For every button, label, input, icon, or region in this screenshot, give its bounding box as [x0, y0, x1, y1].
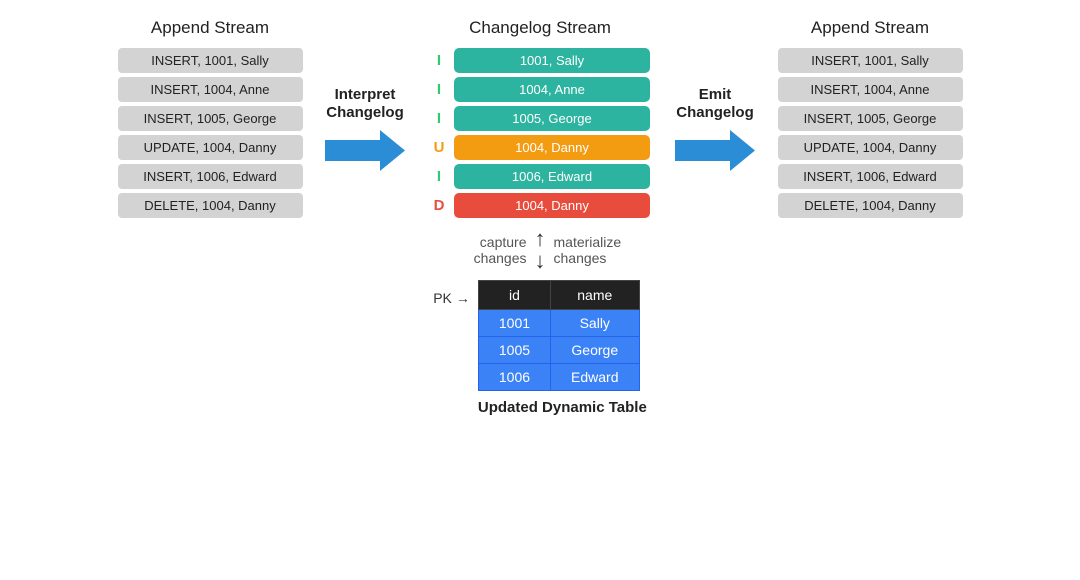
table-row: 1006Edward — [478, 364, 639, 391]
left-arrow-section: InterpretChangelog — [310, 64, 420, 173]
changelog-pill-insert: 1006, Edward — [454, 164, 650, 189]
changelog-row: I 1001, Sally — [430, 48, 650, 73]
capture-materialize-row: capturechanges ↑ ↓ materializechanges — [415, 228, 666, 272]
table-body: 1001Sally1005George1006Edward — [478, 310, 639, 391]
right-append-stream: Append Stream INSERT, 1001, SallyINSERT,… — [770, 18, 970, 218]
cell-id: 1001 — [478, 310, 550, 337]
right-stream-item: INSERT, 1006, Edward — [778, 164, 963, 189]
changelog-letter: U — [430, 139, 448, 156]
pk-arrow-icon: → — [456, 290, 470, 306]
cell-id: 1005 — [478, 337, 550, 364]
changelog-row: D 1004, Danny — [430, 193, 650, 218]
table-header-row: id name — [478, 281, 639, 310]
dynamic-table-wrapper: id name 1001Sally1005George1006Edward Up… — [478, 280, 647, 416]
right-stream-item: INSERT, 1001, Sally — [778, 48, 963, 73]
changelog-row: I 1005, George — [430, 106, 650, 131]
right-stream-item: UPDATE, 1004, Danny — [778, 135, 963, 160]
right-stream-items: INSERT, 1001, Sally INSERT, 1004, Anne INS… — [778, 48, 963, 218]
cell-name: George — [551, 337, 639, 364]
capture-label: capturechanges — [415, 234, 535, 266]
right-stream-item: DELETE, 1004, Danny — [778, 193, 963, 218]
col-id: id — [478, 281, 550, 310]
cell-id: 1006 — [478, 364, 550, 391]
left-stream-item: INSERT, 1004, Anne — [118, 77, 303, 102]
col-name: name — [551, 281, 639, 310]
left-stream-item: INSERT, 1001, Sally — [118, 48, 303, 73]
changelog-letter: I — [430, 52, 448, 69]
left-stream-title: Append Stream — [151, 18, 269, 38]
changelog-pill-insert: 1005, George — [454, 106, 650, 131]
interpret-changelog-label: InterpretChangelog — [326, 86, 404, 122]
changelog-row: U 1004, Danny — [430, 135, 650, 160]
table-caption: Updated Dynamic Table — [478, 399, 647, 416]
vertical-arrows-icon: ↑ ↓ — [535, 228, 546, 272]
right-stream-item: INSERT, 1005, George — [778, 106, 963, 131]
diagram-container: Append Stream INSERT, 1001, SallyINSERT,… — [0, 0, 1080, 580]
bottom-section: capturechanges ↑ ↓ materializechanges PK… — [415, 228, 666, 416]
left-stream-item: INSERT, 1005, George — [118, 106, 303, 131]
left-stream-item: DELETE, 1004, Danny — [118, 193, 303, 218]
changelog-letter: I — [430, 168, 448, 185]
pk-label: PK → — [433, 290, 470, 306]
right-arrow-section: EmitChangelog — [660, 64, 770, 173]
changelog-row: I 1006, Edward — [430, 164, 650, 189]
changelog-letter: I — [430, 81, 448, 98]
changelog-stream-title: Changelog Stream — [469, 18, 611, 38]
cell-name: Sally — [551, 310, 639, 337]
changelog-items: I 1001, Sally I 1004, Anne I 1005, George U 100… — [430, 48, 650, 218]
table-row: 1005George — [478, 337, 639, 364]
dynamic-table: id name 1001Sally1005George1006Edward — [478, 280, 640, 391]
left-arrow-icon — [325, 128, 405, 173]
pk-text: PK — [433, 290, 452, 306]
materialize-label: materializechanges — [546, 234, 666, 266]
table-head: id name — [478, 281, 639, 310]
right-stream-item: INSERT, 1004, Anne — [778, 77, 963, 102]
table-row: 1001Sally — [478, 310, 639, 337]
changelog-pill-insert: 1001, Sally — [454, 48, 650, 73]
left-stream-item: UPDATE, 1004, Danny — [118, 135, 303, 160]
top-section: Append Stream INSERT, 1001, SallyINSERT,… — [0, 0, 1080, 218]
changelog-pill-delete: 1004, Danny — [454, 193, 650, 218]
changelog-letter: D — [430, 197, 448, 214]
right-arrow-icon — [675, 128, 755, 173]
table-section: PK → id name 1001Sally1005George1006Edwa… — [433, 280, 647, 416]
changelog-row: I 1004, Anne — [430, 77, 650, 102]
emit-changelog-label: EmitChangelog — [676, 86, 754, 122]
changelog-stream-column: Changelog Stream I 1001, Sally I 1004, Anne… — [420, 18, 660, 218]
cell-name: Edward — [551, 364, 639, 391]
right-stream-title: Append Stream — [811, 18, 929, 38]
left-stream-items: INSERT, 1001, Sally INSERT, 1004, Anne INS… — [118, 48, 303, 218]
left-append-stream: Append Stream INSERT, 1001, SallyINSERT,… — [110, 18, 310, 218]
changelog-letter: I — [430, 110, 448, 127]
changelog-pill-update: 1004, Danny — [454, 135, 650, 160]
changelog-pill-insert: 1004, Anne — [454, 77, 650, 102]
left-stream-item: INSERT, 1006, Edward — [118, 164, 303, 189]
